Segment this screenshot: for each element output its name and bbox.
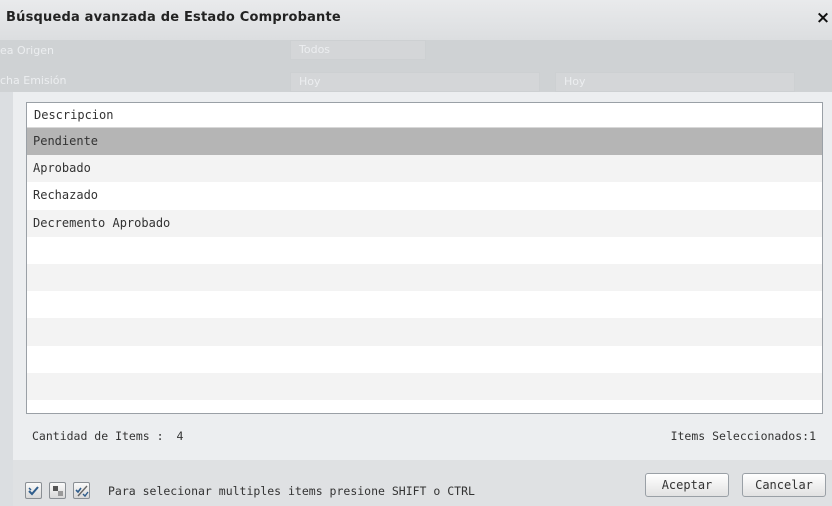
empty-table-row xyxy=(27,263,822,292)
background-field-label: cha Emisión xyxy=(0,74,67,87)
selected-count: Items Seleccionados:1 xyxy=(671,429,816,443)
item-count: Cantidad de Items : 4 xyxy=(32,429,183,443)
background-select: Hoy xyxy=(555,72,795,92)
column-header-descripcion[interactable]: Descripcion xyxy=(27,103,822,128)
empty-table-row xyxy=(27,237,822,264)
empty-table-row xyxy=(27,346,822,373)
background-field-label: ea Origen xyxy=(0,44,54,57)
background-select: Hoy xyxy=(290,72,540,92)
dialog-backdrop: ea Origen Todos cha Emisión Hoy Hoy xyxy=(0,40,832,92)
table-row[interactable]: Decremento Aprobado xyxy=(27,209,822,237)
item-count-value: 4 xyxy=(176,429,184,443)
dialog-title: Búsqueda avanzada de Estado Comprobante xyxy=(6,10,341,25)
empty-table-row xyxy=(27,372,822,400)
table-row[interactable]: Pendiente xyxy=(27,128,822,156)
deselect-all-button[interactable] xyxy=(49,482,66,499)
cancel-button[interactable]: Cancelar xyxy=(742,473,826,497)
table-row[interactable]: Rechazado xyxy=(27,182,822,209)
results-grid: Descripcion Pendiente Aprobado Rechazado De… xyxy=(26,102,823,414)
table-row[interactable]: Aprobado xyxy=(27,155,822,183)
select-all-button[interactable] xyxy=(25,482,42,499)
invert-selection-icon xyxy=(75,485,89,498)
multi-select-hint: Para selecionar multiples items presione… xyxy=(108,484,475,498)
close-icon[interactable]: × xyxy=(814,8,832,28)
empty-table-row xyxy=(27,291,822,318)
background-select: Todos xyxy=(290,40,426,60)
selected-count-label: Items Seleccionados: xyxy=(670,429,810,443)
selected-count-value: 1 xyxy=(809,429,816,443)
accept-button[interactable]: Aceptar xyxy=(645,473,729,497)
empty-table-row xyxy=(27,400,822,427)
dialog-footer: Para selecionar multiples items presione… xyxy=(13,460,832,506)
empty-table-row xyxy=(27,318,822,346)
grid-body: Pendiente Aprobado Rechazado Decremento Apr… xyxy=(27,128,822,427)
invert-selection-button[interactable] xyxy=(73,482,90,499)
results-panel: Descripcion Pendiente Aprobado Rechazado De… xyxy=(13,92,832,460)
dialog-header: Búsqueda avanzada de Estado Comprobante … xyxy=(0,0,832,40)
advanced-search-dialog: Búsqueda avanzada de Estado Comprobante … xyxy=(0,0,832,506)
check-all-icon xyxy=(28,486,39,496)
deselect-icon xyxy=(53,486,63,496)
item-count-label: Cantidad de Items : xyxy=(32,429,164,443)
